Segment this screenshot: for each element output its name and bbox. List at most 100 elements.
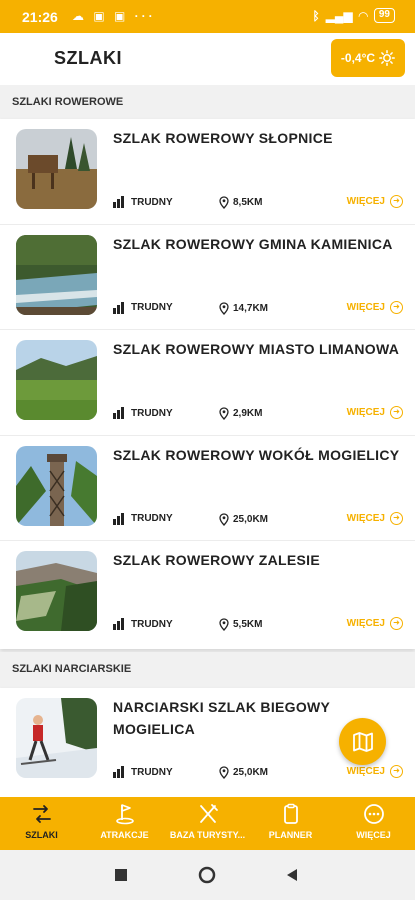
location-pin-icon <box>219 766 229 779</box>
section-header-ski: SZLAKI NARCIARSKIE <box>0 652 415 686</box>
difficulty-label: TRUDNY <box>131 407 173 419</box>
more-label: WIĘCEJ <box>346 512 385 524</box>
wifi-icon: ◠ <box>358 8 368 23</box>
nav-label: SZLAKI <box>25 830 58 840</box>
arrow-right-icon: ➜ <box>390 195 403 208</box>
nav-item-tourist-base[interactable]: BAZA TURYSTY... <box>166 797 249 850</box>
nav-item-attractions[interactable]: ATRAKCJE <box>83 797 166 850</box>
trail-card[interactable]: SZLAK ROWEROWY MIASTO LIMANOWA TRUDNY 2,… <box>0 330 415 436</box>
system-navigation-bar <box>0 850 415 900</box>
arrow-right-icon: ➜ <box>390 406 403 419</box>
temperature-label: -0,4°C <box>340 51 376 65</box>
more-icon <box>363 804 384 824</box>
trail-thumbnail <box>16 340 97 420</box>
trail-difficulty: TRUDNY <box>113 618 173 630</box>
trail-card[interactable]: SZLAK ROWEROWY ZALESIE TRUDNY 5,5KM WIĘC… <box>0 541 415 647</box>
bottom-navigation: SZLAKI ATRAKCJE BAZA TURYSTY... PLANNER … <box>0 797 415 850</box>
more-link[interactable]: WIĘCEJ ➜ <box>347 765 403 778</box>
trail-difficulty: TRUDNY <box>113 301 173 314</box>
route-icon <box>32 805 51 823</box>
difficulty-icon <box>113 196 124 208</box>
trail-distance: 25,0KM <box>219 512 269 526</box>
distance-label: 14,7KM <box>233 302 269 314</box>
distance-label: 8,5KM <box>233 197 263 208</box>
signal-icon: ▂▄▆ <box>325 8 353 23</box>
map-icon <box>352 731 373 752</box>
trail-card[interactable]: SZLAK ROWEROWY WOKÓŁ MOGIELICY TRUDNY 25… <box>0 436 415 541</box>
location-pin-icon <box>219 512 229 526</box>
sun-icon <box>379 50 396 66</box>
location-pin-icon <box>219 196 229 209</box>
more-label: WIĘCEJ <box>346 618 385 629</box>
status-bar: 21:26 ☁ ▣ ▣ ··· ᛒ ▂▄▆ ◠ 99 <box>0 0 415 33</box>
distance-label: 2,9KM <box>233 408 263 419</box>
difficulty-icon <box>113 512 124 525</box>
distance-label: 5,5KM <box>233 619 263 630</box>
difficulty-label: TRUDNY <box>131 618 173 630</box>
more-label: WIĘCEJ <box>346 407 385 418</box>
location-pin-icon <box>219 407 229 420</box>
trail-card[interactable]: SZLAK ROWEROWY GMINA KAMIENICA TRUDNY 14… <box>0 225 415 330</box>
more-link[interactable]: WIĘCEJ ➜ <box>347 617 403 630</box>
app-header: SZLAKI -0,4°C <box>0 33 415 85</box>
arrow-right-icon: ➜ <box>390 617 403 630</box>
distance-label: 25,0KM <box>233 513 269 525</box>
trail-thumbnail <box>16 698 97 778</box>
more-label: WIĘCEJ <box>346 766 385 777</box>
trail-title: SZLAK ROWEROWY MIASTO LIMANOWA <box>113 341 400 357</box>
more-link[interactable]: WIĘCEJ ➜ <box>346 511 403 525</box>
trail-distance: 8,5KM <box>219 196 262 209</box>
notification-icons: ☁ ▣ ▣ ··· <box>72 9 156 23</box>
weather-button[interactable]: -0,4°C <box>331 39 405 77</box>
more-link[interactable]: WIĘCEJ ➜ <box>347 195 403 208</box>
nav-label: WIĘCEJ <box>356 830 391 840</box>
trail-thumbnail <box>16 445 97 526</box>
location-pin-icon <box>219 618 229 631</box>
back-icon[interactable] <box>285 868 299 882</box>
arrow-right-icon: ➜ <box>390 300 403 314</box>
trail-difficulty: TRUDNY <box>113 407 173 419</box>
location-pin-icon <box>219 301 229 315</box>
difficulty-label: TRUDNY <box>131 302 173 313</box>
map-button[interactable] <box>339 718 386 765</box>
trail-thumbnail <box>16 551 97 631</box>
system-icons: ᛒ ▂▄▆ ◠ 99 <box>312 8 395 23</box>
trail-distance: 5,5KM <box>219 618 262 631</box>
cutlery-icon <box>199 804 218 823</box>
nav-item-trails[interactable]: SZLAKI <box>0 797 83 850</box>
difficulty-label: TRUDNY <box>131 766 173 778</box>
page-title: SZLAKI <box>54 48 122 68</box>
trail-title: SZLAK ROWEROWY WOKÓŁ MOGIELICY <box>113 446 400 463</box>
trail-title: SZLAK ROWEROWY GMINA KAMIENICA <box>113 235 393 252</box>
trail-difficulty: TRUDNY <box>113 196 173 208</box>
trail-title: SZLAK ROWEROWY SŁOPNICE <box>113 130 333 146</box>
bike-trail-list: SZLAK ROWEROWY SŁOPNICE TRUDNY 8,5KM WIĘ… <box>0 119 415 649</box>
trail-card[interactable]: SZLAK ROWEROWY SŁOPNICE TRUDNY 8,5KM WIĘ… <box>0 119 415 225</box>
nav-label: BAZA TURYSTY... <box>169 830 246 840</box>
nav-item-more[interactable]: WIĘCEJ <box>332 797 415 850</box>
trail-distance: 2,9KM <box>219 407 262 420</box>
arrow-right-icon: ➜ <box>390 765 403 778</box>
home-icon[interactable] <box>198 866 216 884</box>
nav-label: PLANNER <box>268 830 313 840</box>
distance-label: 25,0KM <box>233 767 269 778</box>
more-link[interactable]: WIĘCEJ ➜ <box>346 300 403 314</box>
trail-distance: 25,0KM <box>219 766 268 779</box>
status-time: 21:26 <box>22 9 58 25</box>
trail-difficulty: TRUDNY <box>113 766 173 778</box>
clipboard-icon <box>283 803 298 824</box>
more-link[interactable]: WIĘCEJ ➜ <box>347 406 403 419</box>
difficulty-icon <box>113 301 124 314</box>
nav-item-planner[interactable]: PLANNER <box>249 797 332 850</box>
battery-icon: 99 <box>373 8 395 23</box>
more-label: WIĘCEJ <box>346 196 385 207</box>
bluetooth-icon: ᛒ <box>312 8 320 23</box>
recent-apps-icon[interactable] <box>114 868 128 882</box>
more-label: WIĘCEJ <box>346 301 385 313</box>
trail-thumbnail <box>16 234 97 315</box>
difficulty-label: TRUDNY <box>131 513 173 524</box>
difficulty-icon <box>113 618 124 630</box>
difficulty-icon <box>113 407 124 419</box>
flag-icon <box>115 804 134 825</box>
section-header-bike: SZLAKI ROWEROWE <box>0 85 415 119</box>
